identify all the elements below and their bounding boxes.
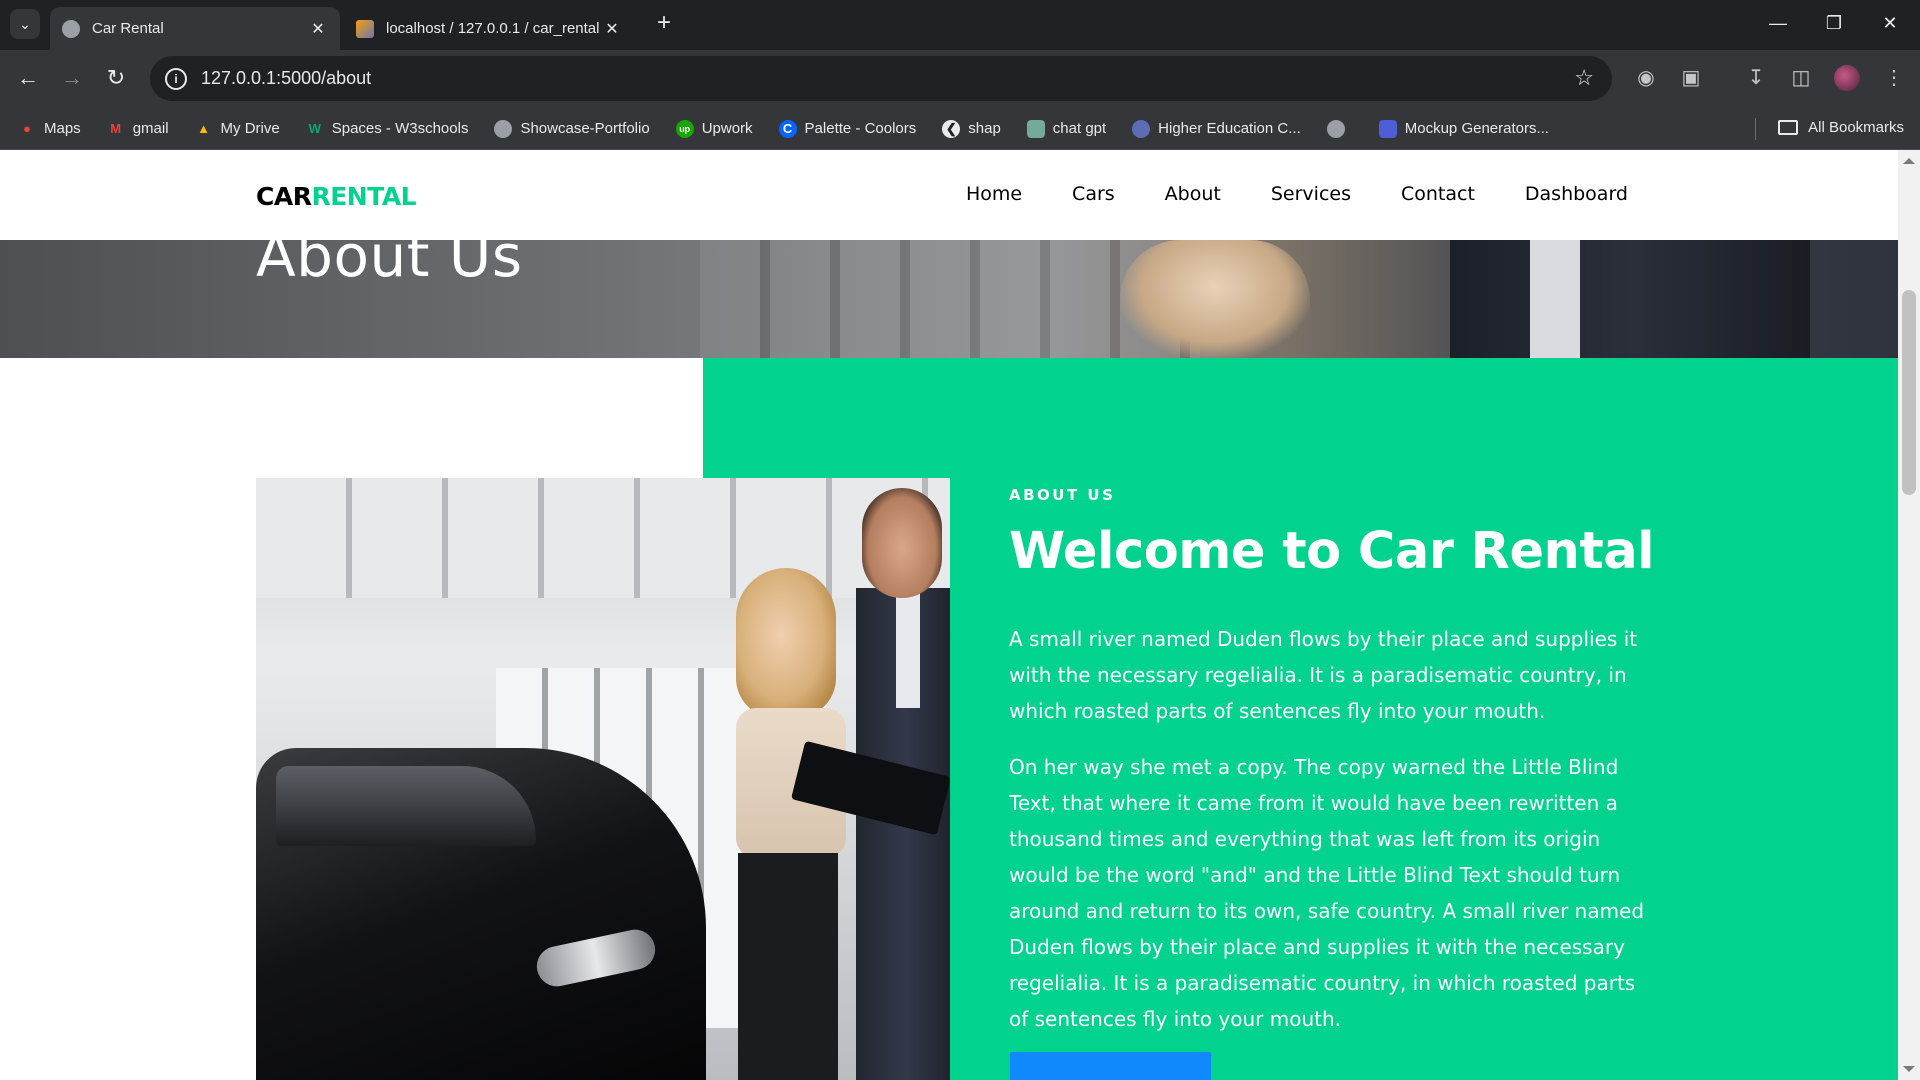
bookmark-globe[interactable] (1326, 119, 1353, 138)
bookmark-mockup-generators[interactable]: Mockup Generators... (1378, 119, 1549, 138)
page-viewport: About Us CARRENTAL Home Cars About Servi… (0, 150, 1920, 1080)
site-nav-links: Home Cars About Services Contact Dashboa… (916, 183, 1628, 205)
forward-arrow-icon[interactable]: → (56, 62, 88, 94)
gmail-icon: M (110, 121, 122, 136)
about-cta-button[interactable] (1010, 1052, 1211, 1080)
chatgpt-icon (1026, 119, 1045, 138)
about-photo (256, 478, 950, 1080)
address-bar[interactable]: i 127.0.0.1:5000/about ☆ (150, 56, 1612, 101)
tab-car-rental[interactable]: Car Rental ✕ (50, 7, 340, 50)
browser-tab-strip: ⌄ Car Rental ✕ localhost / 127.0.0.1 / c… (0, 0, 1920, 50)
scroll-up-arrow-icon[interactable] (1903, 158, 1915, 164)
globe-icon (62, 19, 80, 38)
folder-icon (1778, 120, 1799, 135)
tab-title: Car Rental (92, 20, 164, 37)
browser-toolbar: ← → ↻ i 127.0.0.1:5000/about ☆ ◉ ▣ ↧ ◫ ⋮ (0, 50, 1920, 108)
url-text[interactable]: 127.0.0.1:5000/about (201, 68, 371, 89)
back-arrow-icon[interactable]: ← (12, 62, 44, 94)
new-tab-plus-icon[interactable]: + (650, 10, 678, 38)
upwork-icon: up (675, 119, 694, 138)
about-paragraph-2: On her way she met a copy. The copy warn… (1009, 755, 1645, 1031)
about-heading: Welcome to Car Rental (1009, 522, 1655, 581)
hero-man-figure (1450, 240, 1810, 358)
maps-pin-icon: ● (23, 121, 31, 136)
bookmark-star-icon[interactable]: ☆ (1574, 65, 1594, 91)
bookmark-my-drive[interactable]: ▲ My Drive (195, 120, 280, 138)
nav-home[interactable]: Home (966, 183, 1022, 205)
about-content: ABOUT US Welcome to Car Rental A small r… (1009, 486, 1655, 1037)
download-icon[interactable]: ↧ (1742, 64, 1770, 92)
site-navbar: CARRENTAL Home Cars About Services Conta… (0, 150, 1898, 240)
bookmark-higher-education[interactable]: Higher Education C... (1132, 119, 1301, 138)
drive-icon: ▲ (197, 121, 210, 136)
bookmarks-bar: ● Maps M gmail ▲ My Drive W Spaces - W3s… (0, 108, 1920, 150)
camera-icon[interactable]: ◉ (1632, 64, 1660, 92)
nav-contact[interactable]: Contact (1401, 183, 1475, 205)
tab-phpmyadmin[interactable]: localhost / 127.0.0.1 / car_rental ✕ (344, 7, 634, 50)
coolors-icon: C (778, 119, 797, 138)
woman-figure (716, 568, 866, 1080)
bookmarks-separator (1755, 118, 1756, 140)
globe-icon (494, 119, 513, 138)
bookmark-gmail[interactable]: M gmail (107, 120, 168, 138)
tab-search-chevron-icon[interactable]: ⌄ (10, 9, 40, 39)
bookmark-shap[interactable]: ❮ shap (942, 119, 1001, 138)
education-icon (1132, 119, 1151, 138)
nav-about[interactable]: About (1165, 183, 1221, 205)
menu-kebab-icon[interactable]: ⋮ (1880, 64, 1908, 92)
bookmark-upwork[interactable]: up Upwork (675, 119, 753, 138)
close-icon[interactable]: ✕ (308, 19, 328, 39)
bookmark-coolors[interactable]: C Palette - Coolors (778, 119, 916, 138)
page-scrollbar[interactable] (1898, 150, 1920, 1080)
nav-cars[interactable]: Cars (1072, 183, 1115, 205)
minimize-icon[interactable]: — (1758, 8, 1798, 38)
phpmyadmin-icon (356, 19, 374, 38)
w3schools-icon: W (308, 121, 321, 136)
window-close-icon[interactable]: ✕ (1870, 8, 1910, 38)
site-info-icon[interactable]: i (165, 67, 187, 90)
hero-woman-figure (1120, 240, 1310, 358)
mockup-icon (1378, 119, 1397, 138)
scrollbar-thumb[interactable] (1902, 290, 1916, 495)
bookmark-w3schools[interactable]: W Spaces - W3schools (306, 120, 469, 138)
site-logo[interactable]: CARRENTAL (256, 182, 417, 211)
restore-icon[interactable]: ❐ (1814, 8, 1854, 38)
side-panel-icon[interactable]: ◫ (1787, 64, 1815, 92)
bookmark-maps[interactable]: ● Maps (18, 120, 81, 138)
reload-icon[interactable]: ↻ (100, 62, 132, 94)
about-eyebrow: ABOUT US (1009, 486, 1116, 504)
all-bookmarks-button[interactable]: All Bookmarks (1778, 119, 1904, 136)
bookmark-chat-gpt[interactable]: chat gpt (1026, 119, 1106, 138)
about-paragraph-1: A small river named Duden flows by their… (1009, 627, 1638, 723)
profile-avatar[interactable] (1834, 65, 1860, 91)
shap-icon: ❮ (942, 119, 961, 138)
car-image (256, 748, 706, 1080)
extensions-puzzle-icon[interactable]: ▣ (1677, 64, 1705, 92)
scroll-down-arrow-icon[interactable] (1903, 1066, 1915, 1072)
nav-services[interactable]: Services (1271, 183, 1351, 205)
bookmark-showcase-portfolio[interactable]: Showcase-Portfolio (494, 119, 650, 138)
close-icon[interactable]: ✕ (602, 19, 622, 39)
tab-title: localhost / 127.0.0.1 / car_rental (386, 20, 600, 37)
nav-dashboard[interactable]: Dashboard (1525, 183, 1628, 205)
globe-icon (1326, 119, 1345, 138)
